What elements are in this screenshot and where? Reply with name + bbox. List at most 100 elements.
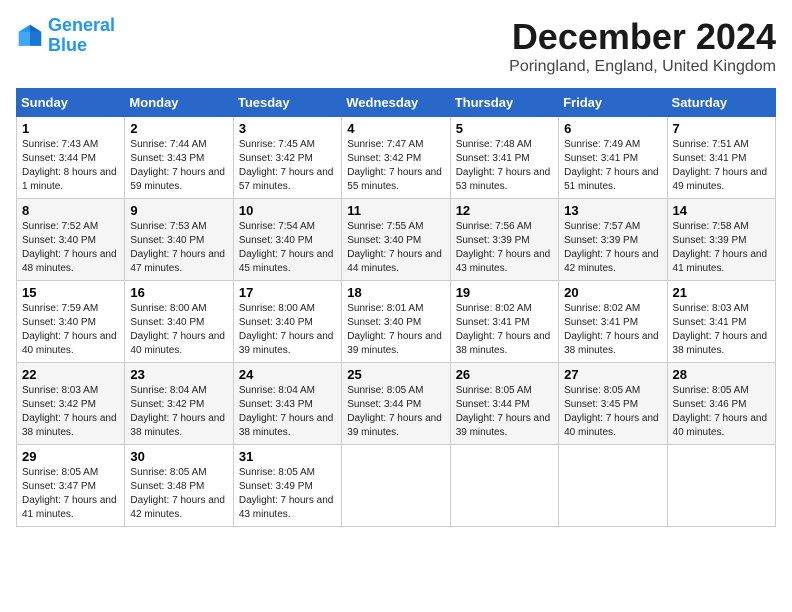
- day-cell: 19 Sunrise: 8:02 AMSunset: 3:41 PMDaylig…: [450, 281, 558, 363]
- day-cell: 3 Sunrise: 7:45 AMSunset: 3:42 PMDayligh…: [233, 117, 341, 199]
- day-number: 24: [239, 367, 336, 382]
- day-info: Sunrise: 8:05 AMSunset: 3:48 PMDaylight:…: [130, 466, 227, 522]
- day-cell: 15 Sunrise: 7:59 AMSunset: 3:40 PMDaylig…: [17, 281, 125, 363]
- day-cell: 30 Sunrise: 8:05 AMSunset: 3:48 PMDaylig…: [125, 445, 233, 527]
- day-info: Sunrise: 8:02 AMSunset: 3:41 PMDaylight:…: [564, 302, 661, 358]
- day-info: Sunrise: 8:05 AMSunset: 3:47 PMDaylight:…: [22, 466, 119, 522]
- day-number: 22: [22, 367, 119, 382]
- col-header-saturday: Saturday: [667, 89, 775, 117]
- day-number: 6: [564, 121, 661, 136]
- day-cell: 17 Sunrise: 8:00 AMSunset: 3:40 PMDaylig…: [233, 281, 341, 363]
- day-info: Sunrise: 7:56 AMSunset: 3:39 PMDaylight:…: [456, 220, 553, 276]
- day-info: Sunrise: 7:57 AMSunset: 3:39 PMDaylight:…: [564, 220, 661, 276]
- day-number: 8: [22, 203, 119, 218]
- day-number: 25: [347, 367, 444, 382]
- day-number: 9: [130, 203, 227, 218]
- day-cell: 20 Sunrise: 8:02 AMSunset: 3:41 PMDaylig…: [559, 281, 667, 363]
- day-cell: 2 Sunrise: 7:44 AMSunset: 3:43 PMDayligh…: [125, 117, 233, 199]
- day-cell: 7 Sunrise: 7:51 AMSunset: 3:41 PMDayligh…: [667, 117, 775, 199]
- day-cell: 9 Sunrise: 7:53 AMSunset: 3:40 PMDayligh…: [125, 199, 233, 281]
- day-info: Sunrise: 8:02 AMSunset: 3:41 PMDaylight:…: [456, 302, 553, 358]
- day-info: Sunrise: 8:04 AMSunset: 3:43 PMDaylight:…: [239, 384, 336, 440]
- day-cell: 5 Sunrise: 7:48 AMSunset: 3:41 PMDayligh…: [450, 117, 558, 199]
- col-header-thursday: Thursday: [450, 89, 558, 117]
- day-info: Sunrise: 7:45 AMSunset: 3:42 PMDaylight:…: [239, 138, 336, 194]
- day-info: Sunrise: 7:51 AMSunset: 3:41 PMDaylight:…: [673, 138, 770, 194]
- day-cell: 18 Sunrise: 8:01 AMSunset: 3:40 PMDaylig…: [342, 281, 450, 363]
- day-number: 23: [130, 367, 227, 382]
- day-number: 15: [22, 285, 119, 300]
- day-info: Sunrise: 7:49 AMSunset: 3:41 PMDaylight:…: [564, 138, 661, 194]
- day-info: Sunrise: 7:54 AMSunset: 3:40 PMDaylight:…: [239, 220, 336, 276]
- col-header-friday: Friday: [559, 89, 667, 117]
- day-number: 19: [456, 285, 553, 300]
- day-cell: 8 Sunrise: 7:52 AMSunset: 3:40 PMDayligh…: [17, 199, 125, 281]
- day-number: 2: [130, 121, 227, 136]
- day-number: 27: [564, 367, 661, 382]
- week-row-4: 22 Sunrise: 8:03 AMSunset: 3:42 PMDaylig…: [17, 363, 776, 445]
- day-info: Sunrise: 8:05 AMSunset: 3:44 PMDaylight:…: [456, 384, 553, 440]
- day-number: 11: [347, 203, 444, 218]
- day-cell: 28 Sunrise: 8:05 AMSunset: 3:46 PMDaylig…: [667, 363, 775, 445]
- page-header: General Blue December 2024 Poringland, E…: [16, 16, 776, 76]
- logo-text: General Blue: [48, 16, 115, 56]
- logo: General Blue: [16, 16, 115, 56]
- day-number: 18: [347, 285, 444, 300]
- day-cell: 26 Sunrise: 8:05 AMSunset: 3:44 PMDaylig…: [450, 363, 558, 445]
- day-info: Sunrise: 8:05 AMSunset: 3:49 PMDaylight:…: [239, 466, 336, 522]
- day-cell: 11 Sunrise: 7:55 AMSunset: 3:40 PMDaylig…: [342, 199, 450, 281]
- day-number: 3: [239, 121, 336, 136]
- day-info: Sunrise: 7:55 AMSunset: 3:40 PMDaylight:…: [347, 220, 444, 276]
- day-number: 21: [673, 285, 770, 300]
- day-info: Sunrise: 7:47 AMSunset: 3:42 PMDaylight:…: [347, 138, 444, 194]
- day-info: Sunrise: 7:58 AMSunset: 3:39 PMDaylight:…: [673, 220, 770, 276]
- day-cell: [559, 445, 667, 527]
- week-row-2: 8 Sunrise: 7:52 AMSunset: 3:40 PMDayligh…: [17, 199, 776, 281]
- calendar-title: December 2024: [509, 16, 776, 58]
- col-header-tuesday: Tuesday: [233, 89, 341, 117]
- calendar-table: SundayMondayTuesdayWednesdayThursdayFrid…: [16, 88, 776, 527]
- day-cell: 22 Sunrise: 8:03 AMSunset: 3:42 PMDaylig…: [17, 363, 125, 445]
- day-number: 16: [130, 285, 227, 300]
- day-info: Sunrise: 8:03 AMSunset: 3:42 PMDaylight:…: [22, 384, 119, 440]
- day-number: 4: [347, 121, 444, 136]
- day-info: Sunrise: 7:44 AMSunset: 3:43 PMDaylight:…: [130, 138, 227, 194]
- day-cell: 31 Sunrise: 8:05 AMSunset: 3:49 PMDaylig…: [233, 445, 341, 527]
- week-row-1: 1 Sunrise: 7:43 AMSunset: 3:44 PMDayligh…: [17, 117, 776, 199]
- col-header-sunday: Sunday: [17, 89, 125, 117]
- week-row-5: 29 Sunrise: 8:05 AMSunset: 3:47 PMDaylig…: [17, 445, 776, 527]
- day-info: Sunrise: 7:52 AMSunset: 3:40 PMDaylight:…: [22, 220, 119, 276]
- day-cell: [342, 445, 450, 527]
- day-cell: 14 Sunrise: 7:58 AMSunset: 3:39 PMDaylig…: [667, 199, 775, 281]
- day-number: 20: [564, 285, 661, 300]
- day-info: Sunrise: 7:43 AMSunset: 3:44 PMDaylight:…: [22, 138, 119, 194]
- logo-line1: General: [48, 15, 115, 35]
- day-number: 12: [456, 203, 553, 218]
- day-cell: 4 Sunrise: 7:47 AMSunset: 3:42 PMDayligh…: [342, 117, 450, 199]
- day-cell: 23 Sunrise: 8:04 AMSunset: 3:42 PMDaylig…: [125, 363, 233, 445]
- day-number: 7: [673, 121, 770, 136]
- day-cell: 29 Sunrise: 8:05 AMSunset: 3:47 PMDaylig…: [17, 445, 125, 527]
- day-info: Sunrise: 8:03 AMSunset: 3:41 PMDaylight:…: [673, 302, 770, 358]
- logo-line2: Blue: [48, 35, 87, 55]
- day-cell: 10 Sunrise: 7:54 AMSunset: 3:40 PMDaylig…: [233, 199, 341, 281]
- day-info: Sunrise: 8:00 AMSunset: 3:40 PMDaylight:…: [130, 302, 227, 358]
- day-info: Sunrise: 8:05 AMSunset: 3:46 PMDaylight:…: [673, 384, 770, 440]
- day-info: Sunrise: 7:53 AMSunset: 3:40 PMDaylight:…: [130, 220, 227, 276]
- day-number: 14: [673, 203, 770, 218]
- day-cell: 16 Sunrise: 8:00 AMSunset: 3:40 PMDaylig…: [125, 281, 233, 363]
- logo-icon: [16, 22, 44, 50]
- day-info: Sunrise: 7:59 AMSunset: 3:40 PMDaylight:…: [22, 302, 119, 358]
- day-number: 5: [456, 121, 553, 136]
- day-cell: [450, 445, 558, 527]
- calendar-subtitle: Poringland, England, United Kingdom: [509, 58, 776, 76]
- day-info: Sunrise: 7:48 AMSunset: 3:41 PMDaylight:…: [456, 138, 553, 194]
- col-header-wednesday: Wednesday: [342, 89, 450, 117]
- day-cell: 27 Sunrise: 8:05 AMSunset: 3:45 PMDaylig…: [559, 363, 667, 445]
- week-row-3: 15 Sunrise: 7:59 AMSunset: 3:40 PMDaylig…: [17, 281, 776, 363]
- day-info: Sunrise: 8:00 AMSunset: 3:40 PMDaylight:…: [239, 302, 336, 358]
- day-number: 29: [22, 449, 119, 464]
- day-info: Sunrise: 8:05 AMSunset: 3:44 PMDaylight:…: [347, 384, 444, 440]
- day-cell: [667, 445, 775, 527]
- day-info: Sunrise: 8:01 AMSunset: 3:40 PMDaylight:…: [347, 302, 444, 358]
